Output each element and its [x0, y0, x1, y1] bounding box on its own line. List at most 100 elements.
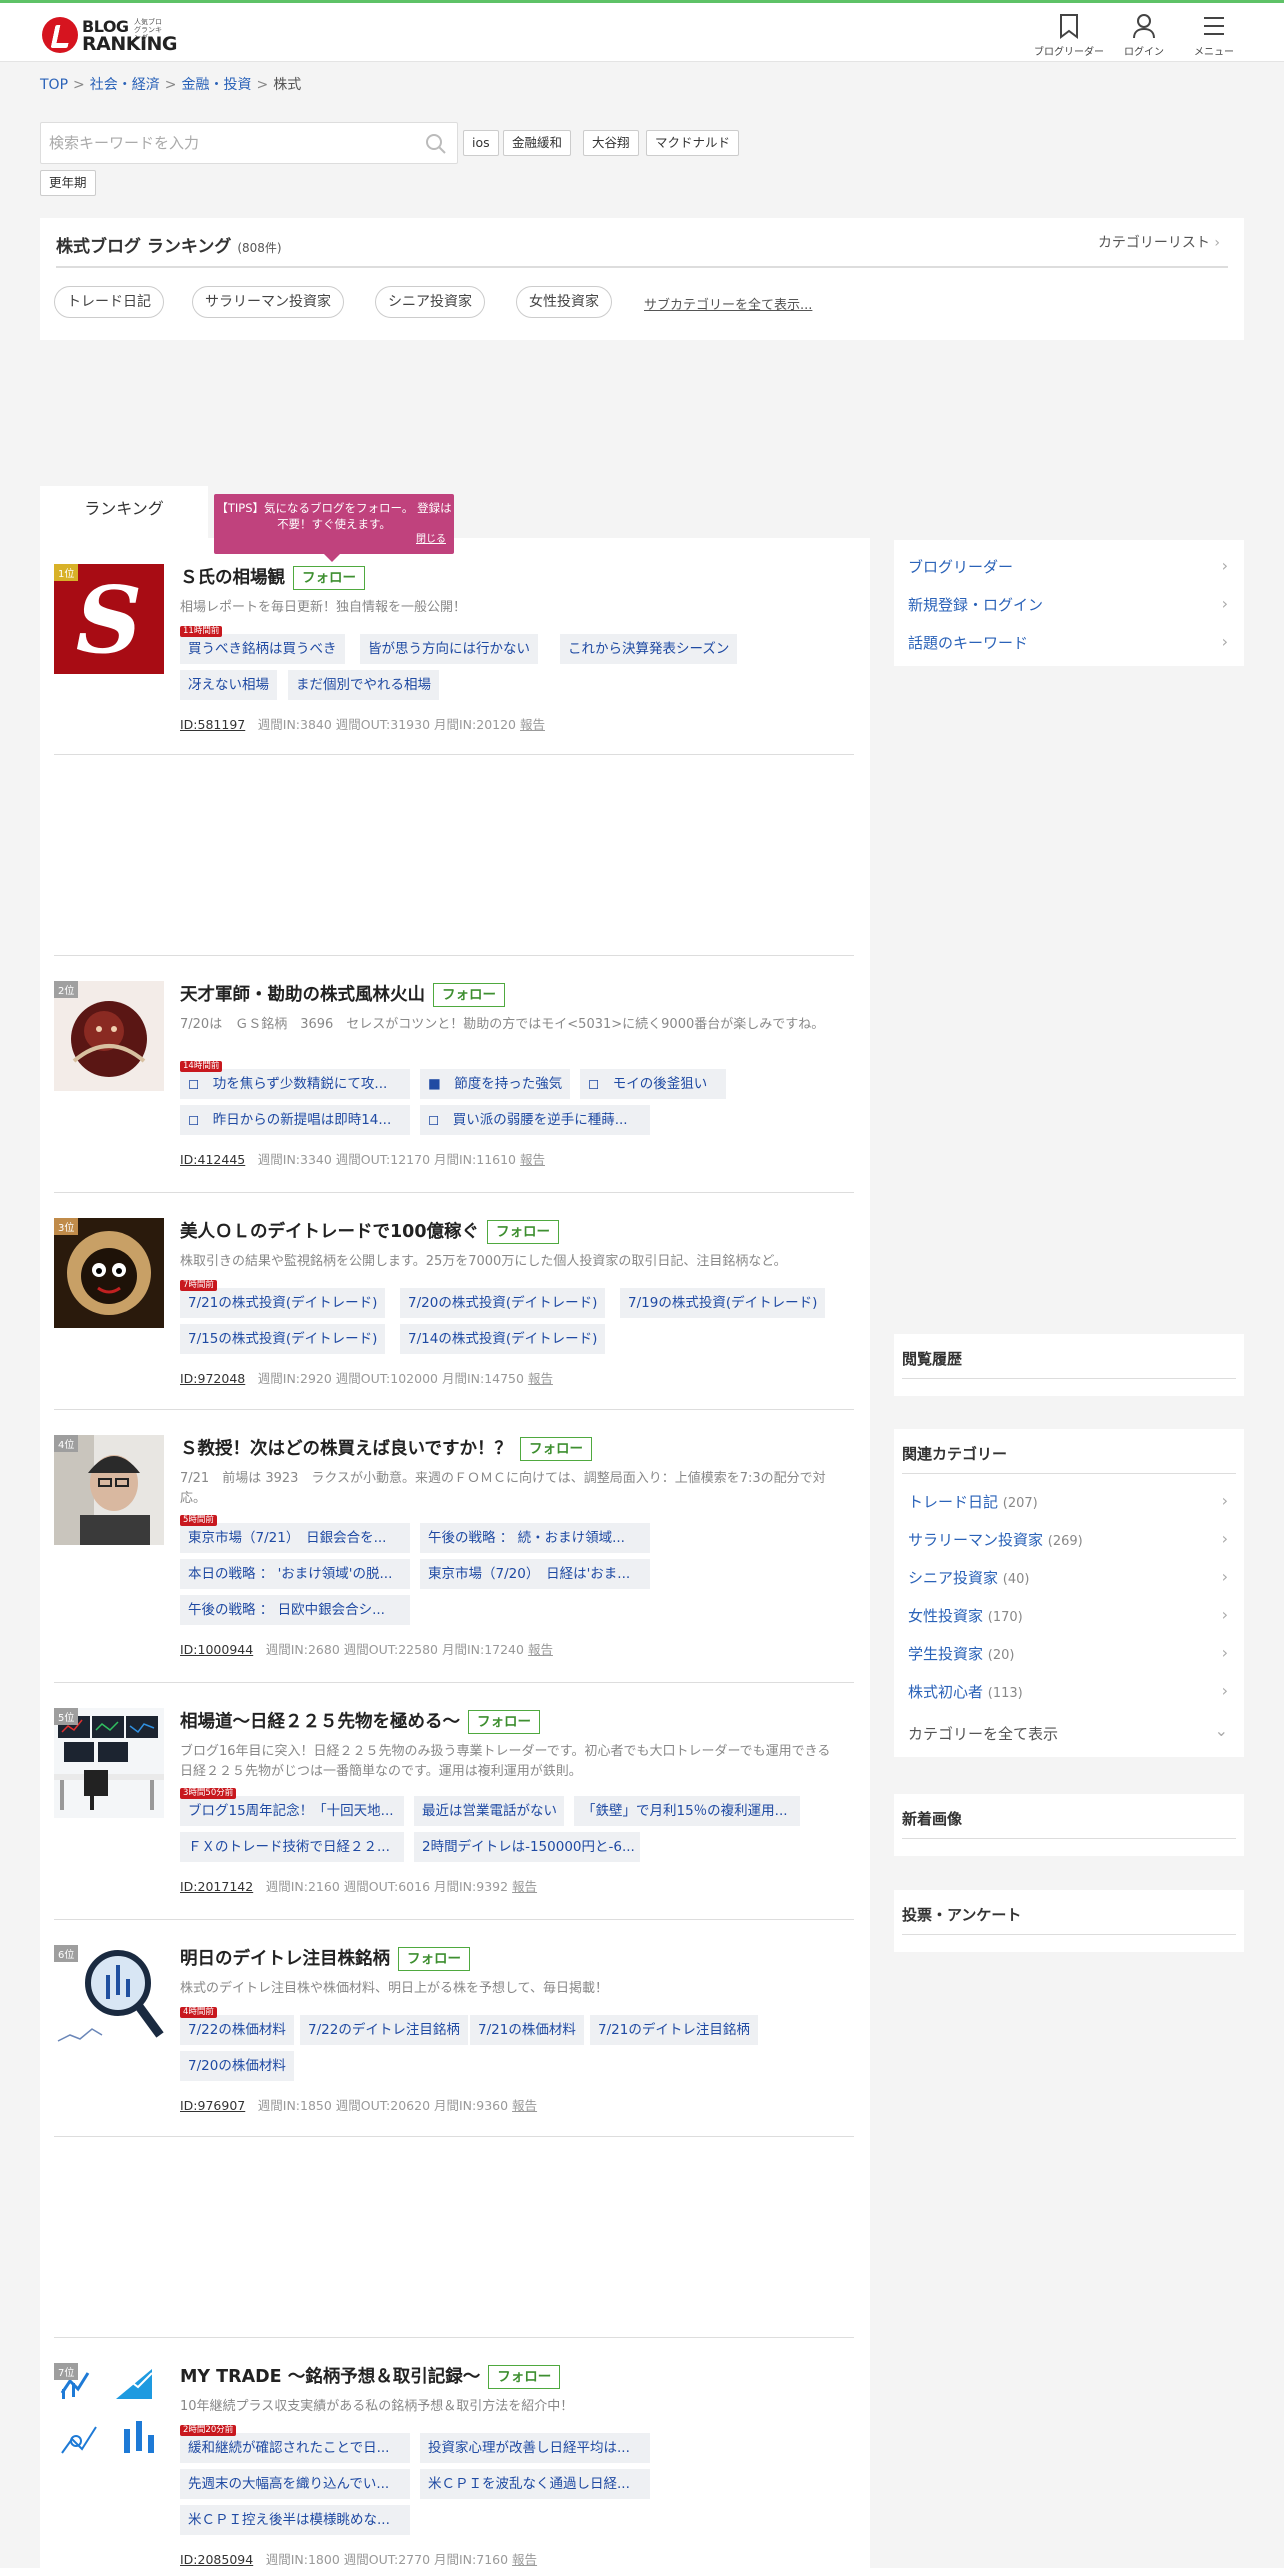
related-category-item[interactable]: シニア投資家 (40): [908, 1567, 1029, 1588]
article-tag[interactable]: 東京市場（7/20） 日経は'おま...: [420, 1559, 650, 1589]
article-tag[interactable]: 7/19の株式投資(デイトレード): [620, 1288, 826, 1318]
blog-title[interactable]: 明日のデイトレ注目株銘柄: [180, 1949, 390, 1969]
article-tag[interactable]: ◻ 買い派の弱腰を逆手に種蒔...: [420, 1105, 650, 1135]
article-tag[interactable]: 米ＣＰＩを波乱なく通過し日経...: [420, 2469, 650, 2499]
report-link[interactable]: 報告: [512, 2098, 537, 2113]
article-tag[interactable]: 午後の戦略 ： 日欧中銀会合シ...: [180, 1595, 410, 1625]
tab-ranking[interactable]: ランキング: [40, 486, 208, 538]
nav-menu[interactable]: メニュー: [1179, 13, 1249, 58]
sidebar-link-blog-reader[interactable]: ブログリーダー: [908, 556, 1013, 577]
article-tag[interactable]: 米ＣＰＩ控え後半は模様眺めな...: [180, 2505, 410, 2535]
article-tag[interactable]: 冴えない相場: [180, 670, 277, 700]
blog-title[interactable]: Ｓ氏の相場観: [180, 568, 285, 588]
article-tag[interactable]: 最近は営業電話がない: [414, 1796, 564, 1826]
follow-button[interactable]: フォロー: [433, 983, 505, 1007]
article-tag[interactable]: ■ 節度を持った強気: [420, 1069, 570, 1099]
subcategory-pill[interactable]: 女性投資家: [516, 286, 612, 318]
article-tag[interactable]: これから決算発表シーズン: [560, 634, 738, 664]
search-icon[interactable]: [425, 133, 447, 155]
article-tag[interactable]: 2時間デイトレは-150000円と-6...: [414, 1832, 640, 1862]
follow-button[interactable]: フォロー: [487, 1220, 560, 1244]
follow-button[interactable]: フォロー: [293, 566, 365, 590]
category-list-link[interactable]: カテゴリーリスト ›: [1098, 232, 1220, 252]
blog-title-row: 天才軍師・勘助の株式風林火山 フォロー: [180, 981, 505, 1007]
blog-id[interactable]: ID:2085094: [180, 2552, 253, 2567]
breadcrumb-society[interactable]: 社会・経済: [90, 77, 160, 93]
article-tag[interactable]: 「鉄壁」で月利15％の複利運用...: [574, 1796, 800, 1826]
article-tag[interactable]: 7/20の株価材料: [180, 2051, 294, 2081]
report-link[interactable]: 報告: [512, 1879, 537, 1894]
follow-button[interactable]: フォロー: [398, 1947, 470, 1971]
nav-login[interactable]: ログイン: [1109, 13, 1179, 58]
blog-id[interactable]: ID:412445: [180, 1152, 245, 1167]
article-tag[interactable]: ◻ モイの後釜狙い: [580, 1069, 726, 1099]
article-tag[interactable]: まだ個別でやれる相場: [288, 670, 439, 700]
blog-id[interactable]: ID:2017142: [180, 1879, 253, 1894]
related-category-item[interactable]: サラリーマン投資家 (269): [908, 1529, 1083, 1550]
nav-blog-reader[interactable]: ブログリーダー: [1034, 13, 1104, 58]
blog-stats: ID:976907 週間IN:1850 週間OUT:20620 月間IN:936…: [180, 2095, 537, 2114]
subcategory-pill[interactable]: トレード日記: [54, 286, 164, 318]
article-tag[interactable]: 緩和継続が確認されたことで日...: [180, 2433, 410, 2463]
keyword-chip[interactable]: マクドナルド: [646, 130, 740, 156]
search-input[interactable]: [49, 131, 409, 155]
panel-divider: [902, 1378, 1236, 1379]
follow-button[interactable]: フォロー: [468, 1710, 540, 1734]
article-tag[interactable]: 7/22の株価材料: [180, 2015, 294, 2045]
blog-id[interactable]: ID:581197: [180, 717, 245, 732]
keyword-chip[interactable]: ios: [463, 130, 499, 156]
article-tag[interactable]: 7/14の株式投資(デイトレード): [400, 1324, 606, 1354]
article-tag[interactable]: 先週末の大幅高を織り込んでい...: [180, 2469, 410, 2499]
subcategory-pill[interactable]: サラリーマン投資家: [192, 286, 344, 318]
blog-title[interactable]: MY TRADE 〜銘柄予想＆取引記録〜: [180, 2367, 480, 2387]
article-tag[interactable]: 7/21の株価材料: [470, 2015, 584, 2045]
report-link[interactable]: 報告: [520, 717, 545, 732]
sidebar-link-register-login[interactable]: 新規登録・ログイン: [908, 594, 1043, 615]
related-category-item[interactable]: 株式初心者 (113): [908, 1681, 1023, 1702]
report-link[interactable]: 報告: [528, 1642, 553, 1657]
tips-close-link[interactable]: 閉じる: [416, 532, 446, 548]
related-category-item[interactable]: トレード日記 (207): [908, 1491, 1038, 1512]
subcategory-pill[interactable]: シニア投資家: [375, 286, 485, 318]
article-tag[interactable]: 買うべき銘柄は買うべき: [180, 634, 345, 664]
rank-badge: 1位: [54, 564, 79, 581]
follow-button[interactable]: フォロー: [519, 1437, 592, 1461]
show-all-subcategories-link[interactable]: サブカテゴリーを全て表示...: [644, 294, 812, 313]
site-logo[interactable]: BLOG RANKING 人気ブログランキング: [42, 15, 182, 55]
related-category-item[interactable]: 女性投資家 (170): [908, 1605, 1023, 1626]
report-link[interactable]: 報告: [528, 1371, 553, 1386]
blog-id[interactable]: ID:972048: [180, 1371, 245, 1386]
article-tag[interactable]: 東京市場（7/21） 日銀会合を...: [180, 1523, 410, 1553]
article-tag[interactable]: 7/20の株式投資(デイトレード): [400, 1288, 606, 1318]
article-tag[interactable]: ◻ 功を焦らず少数精鋭にて攻...: [180, 1069, 410, 1099]
breadcrumb-top[interactable]: TOP: [40, 77, 68, 93]
related-category-item[interactable]: 学生投資家 (20): [908, 1643, 1014, 1664]
keyword-chip[interactable]: 更年期: [40, 170, 96, 196]
sidebar-link-trending-keywords[interactable]: 話題のキーワード: [908, 632, 1028, 653]
keyword-chip[interactable]: 大谷翔: [583, 130, 639, 156]
blog-title[interactable]: 相場道〜日経２２５先物を極める〜: [180, 1712, 460, 1732]
blog-title[interactable]: Ｓ教授！次はどの株買えば良いですか！？: [180, 1439, 512, 1459]
article-tag[interactable]: 本日の戦略 ： 'おまけ領域'の脱...: [180, 1559, 410, 1589]
report-link[interactable]: 報告: [512, 2552, 537, 2567]
article-tag[interactable]: 7/22のデイトレ注目銘柄: [300, 2015, 468, 2045]
article-tag[interactable]: ブログ15周年記念！「十回天地...: [180, 1796, 404, 1826]
show-all-categories-link[interactable]: カテゴリーを全て表示: [908, 1723, 1058, 1744]
blog-id[interactable]: ID:1000944: [180, 1642, 253, 1657]
follow-button[interactable]: フォロー: [488, 2365, 561, 2389]
blog-title[interactable]: 天才軍師・勘助の株式風林火山: [180, 985, 425, 1005]
report-link[interactable]: 報告: [520, 1152, 545, 1167]
article-tag[interactable]: ◻ 昨日からの新提唱は即時14...: [180, 1105, 410, 1135]
blog-id[interactable]: ID:976907: [180, 2098, 245, 2113]
article-tag[interactable]: 午後の戦略 ： 続・おまけ領域...: [420, 1523, 650, 1553]
keyword-chip[interactable]: 金融緩和: [503, 130, 572, 156]
article-tag[interactable]: 投資家心理が改善し日経平均は...: [420, 2433, 650, 2463]
article-tag[interactable]: 7/15の株式投資(デイトレード): [180, 1324, 386, 1354]
blog-title[interactable]: 美人ＯＬのデイトレードで100億稼ぐ: [180, 1222, 479, 1242]
breadcrumb-finance[interactable]: 金融・投資: [181, 77, 251, 93]
article-tag[interactable]: 皆が思う方向には行かない: [360, 634, 538, 664]
article-tag[interactable]: 7/21のデイトレ注目銘柄: [590, 2015, 758, 2045]
article-tag[interactable]: 7/21の株式投資(デイトレード): [180, 1288, 386, 1318]
article-tag[interactable]: ＦＸのトレード技術で日経２２...: [180, 1832, 404, 1862]
chevron-right-icon: ›: [1221, 594, 1228, 613]
